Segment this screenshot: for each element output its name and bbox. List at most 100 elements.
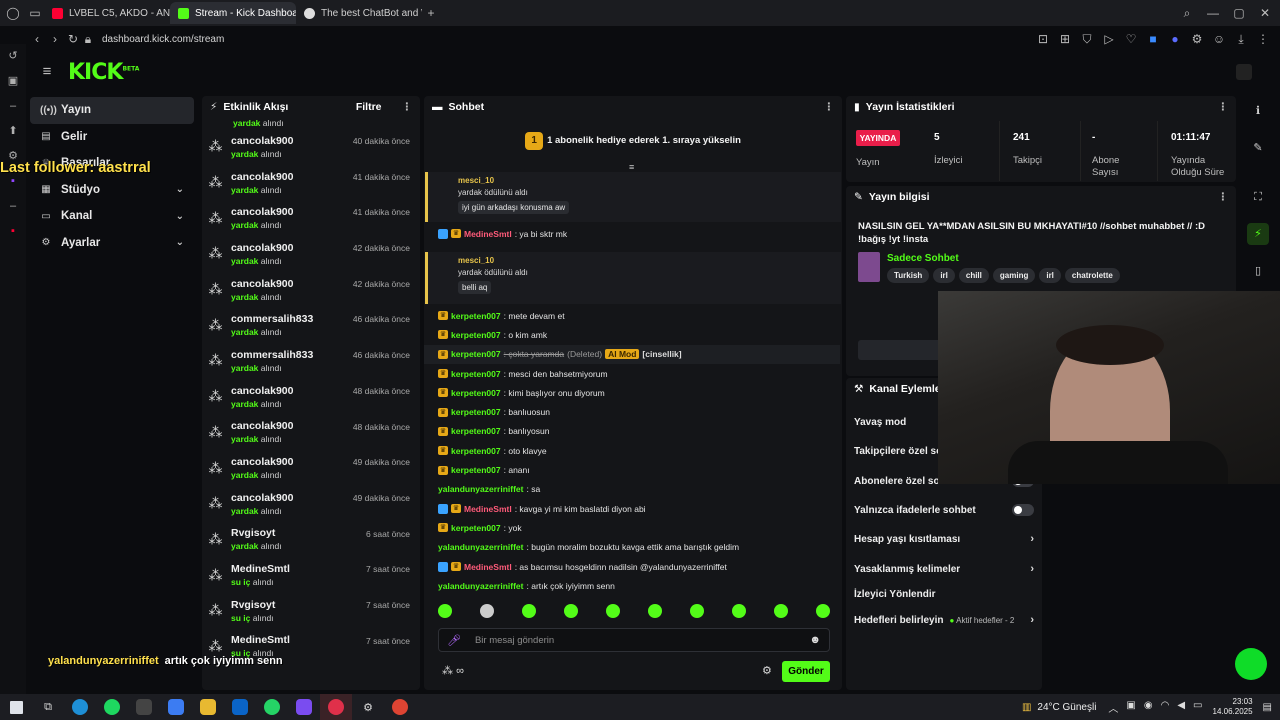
activity-user[interactable]: Rvgisoyt (231, 527, 282, 539)
maximize-icon[interactable]: ▢ (1230, 6, 1248, 20)
activity-row[interactable]: ⁂ MedineSmtl su iç alındı 7 saat önce (202, 557, 420, 593)
chat-settings-icon[interactable]: ⚙ (762, 664, 772, 677)
chat-message[interactable]: yalandunyazerriniffet: artık çok iyiyimm… (424, 576, 840, 595)
activity-row[interactable]: ⁂ cancolak900 yardak alındı 40 dakika ön… (202, 129, 420, 165)
activity-user[interactable]: cancolak900 (231, 456, 293, 468)
more-options-icon[interactable]: ⋮ (1218, 101, 1229, 113)
emoji-icon[interactable]: ☻ (809, 634, 821, 646)
shield-icon[interactable]: ⛉ (1078, 32, 1096, 47)
notification-icon[interactable]: ▤ (1263, 702, 1272, 713)
chat-username[interactable]: kerpeten007 (451, 388, 501, 398)
volume-icon[interactable]: ◀︎ (1177, 700, 1185, 715)
channel-action-row[interactable]: Yalnızca ifadelerle sohbet (854, 500, 1034, 520)
sidebar-item-yayin[interactable]: ((•)) Yayın (30, 97, 194, 124)
tray-icon[interactable]: ▣ (1126, 700, 1135, 715)
activity-row[interactable]: ⁂ cancolak900 yardak alındı 49 dakika ön… (202, 450, 420, 486)
activity-user[interactable]: commersalih833 (231, 313, 313, 325)
emote-icon[interactable] (774, 604, 788, 618)
chat-username[interactable]: yalandunyazerriniffet (438, 484, 524, 494)
more-options-icon[interactable]: ⋮ (1218, 191, 1229, 203)
new-tab-icon[interactable]: + (422, 6, 440, 20)
extension-icon[interactable]: ■ (1144, 32, 1162, 47)
activity-row[interactable]: ⁂ cancolak900 yardak alındı 41 dakika ön… (202, 200, 420, 236)
chat-message[interactable]: ♛ MedineSmtl: kavga yi mi kim baslatdi di… (424, 499, 840, 518)
back-icon[interactable]: ‹ (28, 32, 46, 46)
chat-username[interactable]: yalandunyazerriniffet (438, 581, 524, 591)
close-icon[interactable]: ✕ (1256, 6, 1274, 20)
clock[interactable]: 23:03 14.06.2025 (1213, 697, 1253, 717)
channel-points[interactable]: ⁂ ∞ (442, 664, 464, 677)
activity-user[interactable]: cancolak900 (231, 420, 293, 432)
whatsapp-icon[interactable] (256, 694, 288, 720)
chat-username[interactable]: yalandunyazerriniffet (438, 542, 524, 552)
stream-tag[interactable]: gaming (992, 268, 1036, 283)
calculator-icon[interactable] (128, 694, 160, 720)
activity-user[interactable]: cancolak900 (231, 242, 293, 254)
puzzle-icon[interactable]: ⚙ (1188, 32, 1206, 47)
activity-user[interactable]: cancolak900 (231, 385, 293, 397)
kick-logo[interactable]: KICKBETA (68, 60, 139, 85)
browser-tab-kick[interactable]: Stream - Kick Dashboard (170, 2, 296, 24)
menu-icon[interactable]: ⋮ (1254, 32, 1272, 47)
channel-action-row[interactable]: Hesap yaşı kısıtlaması › (854, 529, 1034, 549)
spotify-icon[interactable] (96, 694, 128, 720)
extension-icon[interactable]: ⊡ (1034, 32, 1052, 47)
more-options-icon[interactable]: ⋮ (824, 101, 835, 113)
browser-tab-youtube[interactable]: LVBEL C5, AKDO - ANLAD (44, 2, 170, 24)
chat-username[interactable]: kerpeten007 (451, 407, 501, 417)
fullscreen-icon[interactable]: ⛶ (1247, 186, 1269, 208)
edge-icon[interactable] (64, 694, 96, 720)
stream-tag[interactable]: chill (958, 268, 989, 283)
stream-tag[interactable]: chatrolette (1064, 268, 1120, 283)
emote-icon[interactable] (438, 604, 452, 618)
kick-side-icon[interactable]: ⬆ (0, 119, 26, 144)
stream-tag[interactable]: irl (1039, 268, 1061, 283)
forward-icon[interactable]: › (46, 32, 64, 46)
activity-row[interactable]: ⁂ Rvgisoyt su iç alındı 7 saat önce (202, 593, 420, 629)
emote-icon[interactable] (690, 604, 704, 618)
sidebar-item-kanal[interactable]: ▭ Kanal ⌄ (30, 203, 194, 230)
emote-icon[interactable] (732, 604, 746, 618)
outlook-icon[interactable] (224, 694, 256, 720)
chat-username[interactable]: MedineSmtl (464, 562, 512, 572)
chat-message[interactable]: ♛ kerpeten007: mete devam et (424, 306, 840, 325)
chat-username[interactable]: kerpeten007 (451, 465, 501, 475)
emote-icon[interactable] (522, 604, 536, 618)
category-thumbnail[interactable] (858, 252, 880, 282)
activity-user[interactable]: cancolak900 (231, 171, 293, 183)
extension-icon[interactable]: ⊞ (1056, 32, 1074, 47)
activity-row[interactable]: ⁂ cancolak900 yardak alındı 49 dakika ön… (202, 486, 420, 522)
battery-icon[interactable]: ▭ (1193, 700, 1202, 715)
file-explorer-icon[interactable] (192, 694, 224, 720)
emote-icon[interactable] (648, 604, 662, 618)
reload-icon[interactable]: ↻ (64, 32, 82, 46)
emote-icon[interactable] (816, 604, 830, 618)
sidebar-item-gelir[interactable]: ▤ Gelir (30, 124, 194, 151)
activity-user[interactable]: cancolak900 (231, 492, 293, 504)
microphone-icon[interactable]: 🎤︎ (447, 634, 461, 647)
stream-tag[interactable]: Turkish (887, 268, 930, 283)
chat-message[interactable]: ♛ kerpeten007: mesci den bahsetmiyorum (424, 364, 840, 383)
activity-row[interactable]: ⁂ cancolak900 yardak alındı 41 dakika ön… (202, 165, 420, 201)
chat-message[interactable]: ♛ kerpeten007: kimi başlıyor onu diyorum (424, 383, 840, 402)
chat-username[interactable]: kerpeten007 (451, 523, 501, 533)
activity-row[interactable]: ⁂ cancolak900 yardak alındı 48 dakika ön… (202, 415, 420, 451)
minimize-icon[interactable]: — (1204, 6, 1222, 20)
opera-icon[interactable] (320, 694, 352, 720)
channel-action-row[interactable]: Hedefleri belirleyin ● Aktif hedefler - 2… (854, 610, 1034, 630)
app-icon[interactable] (288, 694, 320, 720)
chat-message[interactable]: yalandunyazerriniffet: bugün moralim boz… (424, 538, 840, 557)
filter-button[interactable]: Filtre (356, 101, 382, 113)
chat-message[interactable]: ♛ MedineSmtl: ya bi sktr mk (424, 224, 567, 243)
pinned-gift-banner[interactable]: 11 abonelik hediye ederek 1. sıraya yüks… (424, 132, 842, 150)
chat-message[interactable]: ♛ kerpeten007: çokta yaramda (Deleted) AI… (424, 344, 840, 364)
activity-row[interactable]: ⁂ commersalih833 yardak alındı 46 dakika… (202, 307, 420, 343)
avatar[interactable] (1236, 64, 1252, 80)
chat-reply-message[interactable]: mesci_10 yardak ödülünü aldı belli aq (425, 252, 841, 304)
activity-row[interactable]: ⁂ cancolak900 yardak alındı 42 dakika ön… (202, 236, 420, 272)
activity-row[interactable]: ⁂ cancolak900 yardak alındı 42 dakika ön… (202, 272, 420, 308)
youtube-icon[interactable]: ▪ (0, 219, 26, 244)
extension-icon[interactable]: ● (1166, 32, 1184, 47)
chat-message[interactable]: ♛ kerpeten007: yok (424, 518, 840, 537)
bolt-action-icon[interactable]: ⚡︎ (1247, 223, 1269, 245)
